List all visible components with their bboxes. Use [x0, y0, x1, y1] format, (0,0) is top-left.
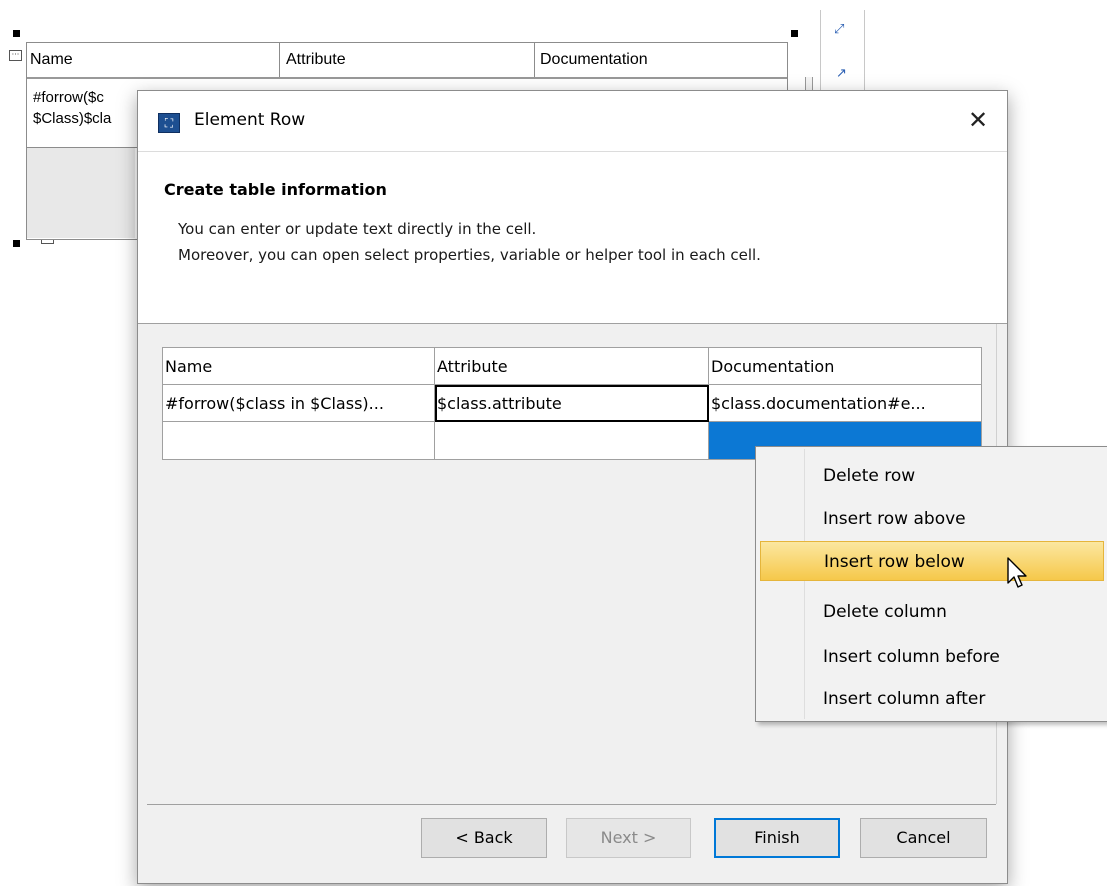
cell-attribute[interactable] — [435, 422, 709, 459]
context-menu: Delete row Insert row above Insert row b… — [755, 446, 1107, 722]
menu-item-insert-row-below[interactable]: Insert row below — [760, 541, 1104, 581]
menu-item-delete-row[interactable]: Delete row — [760, 456, 1104, 496]
menu-item-insert-column-after[interactable]: Insert column after — [760, 679, 1104, 719]
banner-title: Create table information — [164, 180, 387, 199]
mouse-cursor-icon — [1007, 557, 1027, 588]
dialog-title: Element Row — [194, 110, 306, 130]
cell-attribute[interactable]: $class.attribute — [435, 385, 709, 422]
table-row: #forrow($class in $Class)... $class.attr… — [163, 385, 981, 422]
resize-handle[interactable] — [13, 240, 20, 247]
divider — [147, 804, 996, 805]
resize-handle[interactable] — [791, 30, 798, 37]
cancel-button[interactable]: Cancel — [860, 818, 987, 858]
row-table: Name Attribute Documentation #forrow($cl… — [162, 347, 982, 460]
divider — [864, 10, 865, 90]
divider — [534, 43, 535, 77]
header-documentation[interactable]: Documentation — [709, 348, 981, 385]
app-icon: ⛶ — [158, 113, 180, 133]
finish-button[interactable]: Finish — [714, 818, 840, 858]
resize-handle[interactable] — [13, 30, 20, 37]
cell-name[interactable]: #forrow($class in $Class)... — [163, 385, 435, 422]
banner-description: Moreover, you can open select properties… — [178, 246, 761, 264]
dependency-tool-icon[interactable]: ⤢ — [834, 22, 844, 37]
menu-item-delete-column[interactable]: Delete column — [760, 592, 1104, 632]
wizard-banner: Create table information You can enter o… — [138, 151, 1007, 324]
header-attribute[interactable]: Attribute — [435, 348, 709, 385]
back-button[interactable]: < Back — [421, 818, 547, 858]
divider — [820, 10, 821, 90]
banner-description: You can enter or update text directly in… — [178, 220, 537, 238]
diagram-header-attribute: Attribute — [286, 51, 346, 68]
diagram-header-name: Name — [30, 51, 73, 68]
diagram-row-text: #forrow($c $Class)$cla — [33, 89, 112, 127]
menu-item-insert-column-before[interactable]: Insert column before — [760, 637, 1104, 677]
table-header-row: Name Attribute Documentation — [163, 348, 981, 385]
cell-documentation[interactable]: $class.documentation#e... — [709, 385, 981, 422]
next-button[interactable]: Next > — [566, 818, 691, 858]
diagram-table-header: Name Attribute Documentation — [27, 43, 787, 79]
diagram-table-row — [27, 148, 135, 238]
divider — [279, 43, 280, 77]
menu-item-insert-row-above[interactable]: Insert row above — [760, 499, 1104, 539]
header-name[interactable]: Name — [163, 348, 435, 385]
close-button[interactable]: ✕ — [963, 105, 993, 135]
association-tool-icon[interactable]: ↗ — [836, 66, 847, 81]
diagram-header-documentation: Documentation — [540, 51, 648, 68]
collapse-icon[interactable]: ··· — [9, 50, 22, 61]
dialog-titlebar[interactable]: ⛶ Element Row ✕ — [138, 91, 1007, 151]
cell-name[interactable] — [163, 422, 435, 459]
